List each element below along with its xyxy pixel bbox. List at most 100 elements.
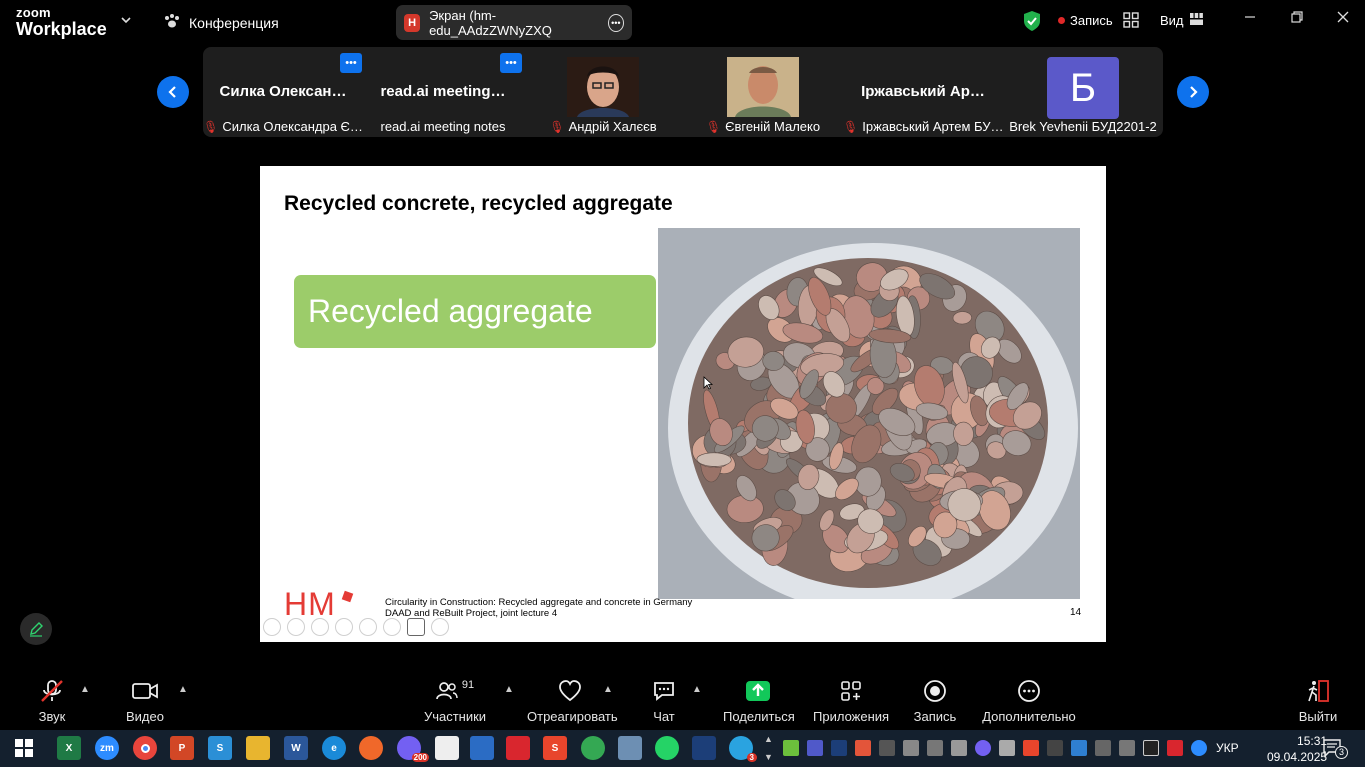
viber-badge: 200 xyxy=(411,753,429,762)
subtitles-icon[interactable] xyxy=(383,618,401,636)
display-tray-icon[interactable] xyxy=(927,740,943,756)
more-icon[interactable] xyxy=(431,618,449,636)
exit-door-icon xyxy=(1296,678,1340,704)
windows-start-icon[interactable] xyxy=(12,736,36,760)
audio-options-caret-icon[interactable]: ▲ xyxy=(80,684,90,695)
participant-menu-icon[interactable]: ••• xyxy=(340,53,362,73)
firefox-icon[interactable] xyxy=(359,736,383,760)
participant-name-label: read.ai meeting notes xyxy=(380,119,506,134)
pen-icon[interactable] xyxy=(311,618,329,636)
share-screen-icon xyxy=(723,678,793,704)
record-button[interactable]: Запись xyxy=(912,678,958,724)
participant-tile[interactable]: Іржавський Ар… 🎙 Іржавський Артем БУ… xyxy=(843,47,1003,137)
tool-app-icon[interactable] xyxy=(618,736,642,760)
participants-button[interactable]: 91 Участники xyxy=(420,678,490,724)
save-app-icon[interactable] xyxy=(470,736,494,760)
usb-tray-icon[interactable] xyxy=(951,740,967,756)
zoom-icon[interactable] xyxy=(359,618,377,636)
aggregate-stone xyxy=(696,452,732,467)
screen-share-indicator[interactable]: H Экран (hm-edu_AAdzZWNyZXQ ••• xyxy=(396,5,632,40)
slide-footer: Circularity in Construction: Recycled ag… xyxy=(385,597,693,619)
taskbar-scroll-icon[interactable]: ▲ ▼ xyxy=(764,730,773,766)
document-icon[interactable] xyxy=(435,736,459,760)
shield-check-icon[interactable] xyxy=(1022,10,1042,37)
s-app-icon[interactable]: S xyxy=(208,736,232,760)
next-slide-icon[interactable] xyxy=(287,618,305,636)
audio-button[interactable]: Звук xyxy=(30,678,74,724)
network-tray-icon[interactable] xyxy=(1095,740,1111,756)
word-icon[interactable]: W xyxy=(284,736,308,760)
powerpoint-icon[interactable]: P xyxy=(170,736,194,760)
zoom-app-icon[interactable]: zm xyxy=(95,736,119,760)
whatsapp-icon[interactable] xyxy=(655,736,679,760)
edge-icon[interactable]: e xyxy=(322,736,346,760)
apps-grid-icon[interactable] xyxy=(1123,12,1139,33)
view-button[interactable]: Вид xyxy=(1160,13,1203,28)
participant-display-name: Силка Олексан… xyxy=(219,83,347,100)
webex-tray-icon[interactable] xyxy=(831,740,847,756)
restore-icon[interactable] xyxy=(1291,10,1303,28)
close-icon[interactable] xyxy=(1337,10,1349,28)
meeting-info-button[interactable]: Конференция xyxy=(163,13,279,32)
participant-avatar: Б xyxy=(1047,57,1119,119)
apps-button[interactable]: Приложения xyxy=(813,678,889,724)
viber-icon[interactable]: 200 xyxy=(397,736,429,762)
camera-icon[interactable] xyxy=(407,618,425,636)
input-language[interactable]: УКР xyxy=(1216,741,1239,755)
chat-options-caret-icon[interactable]: ▲ xyxy=(692,684,702,695)
video-options-caret-icon[interactable]: ▲ xyxy=(178,684,188,695)
tray-app-icon[interactable] xyxy=(783,740,799,756)
participant-menu-icon[interactable]: ••• xyxy=(500,53,522,73)
s-red-app-icon[interactable]: S xyxy=(543,736,567,760)
wifi-tray-icon[interactable] xyxy=(1047,740,1063,756)
share-screen-button[interactable]: Поделиться xyxy=(723,678,795,724)
muted-mic-icon: 🎙 xyxy=(549,120,565,134)
previous-slide-icon[interactable] xyxy=(263,618,281,636)
previous-page-button[interactable] xyxy=(157,76,189,108)
next-page-button[interactable] xyxy=(1177,76,1209,108)
volume-tray-icon[interactable] xyxy=(1119,740,1135,756)
viber-tray-icon[interactable] xyxy=(975,740,991,756)
chevron-down-icon[interactable] xyxy=(121,13,131,27)
participant-name-label: 🎙 Іржавський Артем БУ… xyxy=(843,119,1003,134)
react-button[interactable]: Отреагировать xyxy=(527,678,618,724)
participant-tile[interactable]: ••• Силка Олексан… 🎙 Силка Олександра Є… xyxy=(203,47,363,137)
chat-button[interactable]: Чат xyxy=(645,678,683,724)
red-app-icon[interactable] xyxy=(506,736,530,760)
shield-tray-icon[interactable] xyxy=(1143,740,1159,756)
zoom-tray-icon[interactable] xyxy=(1191,740,1207,756)
battery-tray-icon[interactable] xyxy=(999,740,1015,756)
participant-tile[interactable]: 🎙 Євгеній Малеко xyxy=(683,47,843,137)
file-explorer-icon[interactable] xyxy=(246,736,270,760)
react-options-caret-icon[interactable]: ▲ xyxy=(603,684,613,695)
excel-icon[interactable]: X xyxy=(57,736,81,760)
slides-icon[interactable] xyxy=(335,618,353,636)
telegram-icon[interactable]: 3 xyxy=(729,736,757,762)
microphone-tray-icon[interactable] xyxy=(903,740,919,756)
shared-screen-slide: Recycled concrete, recycled aggregate Re… xyxy=(260,166,1106,642)
minimize-icon[interactable] xyxy=(1244,10,1256,28)
more-button[interactable]: Дополнительно xyxy=(982,678,1076,724)
participant-tile[interactable]: ••• read.ai meeting… read.ai meeting not… xyxy=(363,47,523,137)
s-tray-icon[interactable] xyxy=(1023,740,1039,756)
participant-tile[interactable]: 🎙 Андрій Халєєв xyxy=(523,47,683,137)
chrome-icon[interactable] xyxy=(133,736,157,760)
notifications-button[interactable]: 3 xyxy=(1323,738,1348,763)
participant-tile[interactable]: Б Brek Yevhenii БУД2201-2 xyxy=(1003,47,1163,137)
recording-indicator[interactable]: Запись xyxy=(1058,13,1113,28)
chrome-profile-icon[interactable] xyxy=(581,736,605,760)
more-options-icon[interactable]: ••• xyxy=(607,13,624,32)
speaker-muted-icon[interactable] xyxy=(1167,740,1183,756)
zoom-workplace-logo[interactable]: zoom Workplace xyxy=(16,6,107,38)
tray-app-icon[interactable] xyxy=(1071,740,1087,756)
webex-icon[interactable] xyxy=(692,736,716,760)
leave-button[interactable]: Выйти xyxy=(1296,678,1340,724)
participants-options-caret-icon[interactable]: ▲ xyxy=(504,684,514,695)
annotate-pencil-button[interactable] xyxy=(20,613,52,645)
heart-icon xyxy=(527,678,613,704)
teams-icon[interactable] xyxy=(807,740,823,756)
tray-app-icon[interactable] xyxy=(855,740,871,756)
video-button[interactable]: Видео xyxy=(122,678,168,724)
system-clock[interactable]: 15:31 09.04.2025 xyxy=(1267,733,1327,765)
tray-app-icon[interactable] xyxy=(879,740,895,756)
